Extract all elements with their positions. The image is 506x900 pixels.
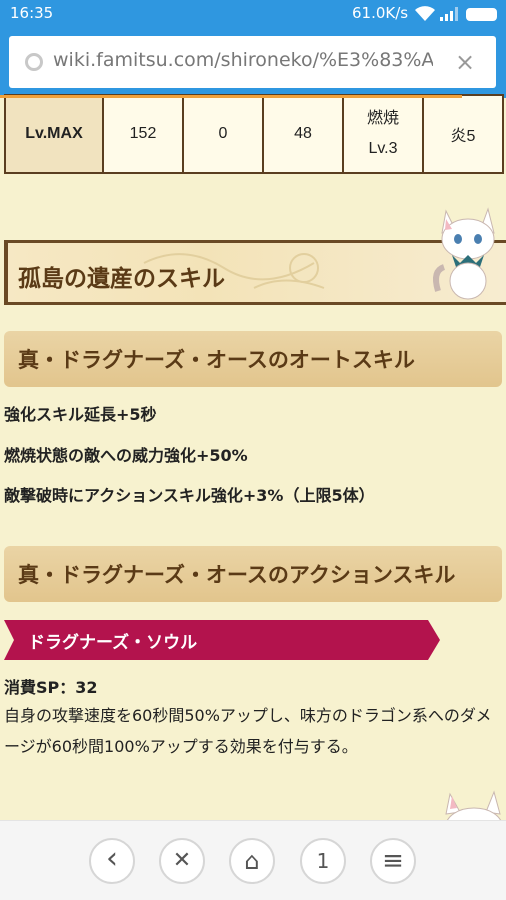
close-tab-button[interactable]: ✕ [159,838,205,884]
auto-skill-line: 強化スキル延長+5秒 [4,405,157,424]
skill-name-ribbon: ドラグナーズ・ソウル [4,620,440,660]
signal-icon [440,7,458,21]
level-cell: Lv.MAX [4,94,104,174]
url-text[interactable]: wiki.famitsu.com/shironeko/%E3%83%A2% [53,49,433,71]
skill-name: ドラグナーズ・ソウル [28,633,198,653]
burn-label: 燃焼 [366,110,399,127]
auto-skill-line: 敵撃破時にアクションスキル強化+3%（上限5体） [4,486,375,505]
site-icon [25,53,43,71]
browser-bottom-nav: ‹ ✕ ⌂ 1 ≡ [0,820,506,900]
wifi-icon [415,6,435,21]
clock: 16:35 [10,4,54,22]
section-title: 孤島の遺産のスキル [18,266,225,292]
auto-skill-line: 燃焼状態の敵への威力強化+50% [4,446,248,465]
menu-button[interactable]: ≡ [370,838,416,884]
stats-table: Lv.MAX 152 0 48 燃焼 Lv.3 炎5 [4,94,504,174]
battery-icon [466,8,497,21]
white-cat-mascot-icon [445,790,502,822]
action-skill-heading: 真・ドラグナーズ・オースのアクションスキル [4,546,502,602]
sp-cost: 消費SP：32 [4,678,98,697]
auto-skill-heading: 真・ドラグナーズ・オースのオートスキル [4,331,502,387]
element-cell: 炎5 [422,94,504,174]
back-button[interactable]: ‹ [89,838,135,884]
page-load-progress [0,95,462,98]
stat-cell: 0 [182,94,264,174]
action-skill-title: 真・ドラグナーズ・オースのアクションスキル [18,563,456,587]
home-button[interactable]: ⌂ [229,838,275,884]
clear-url-button[interactable]: × [455,48,475,76]
network-speed: 61.0K/s [352,4,409,22]
stat-cell: 152 [102,94,184,174]
skill-description: 自身の攻撃速度を60秒間50%アップし、味方のドラゴン系へのダメージが60秒間1… [4,706,492,756]
white-cat-mascot-icon [433,207,495,300]
burn-level: Lv.3 [368,140,398,157]
table-row: Lv.MAX 152 0 48 燃焼 Lv.3 炎5 [4,94,504,174]
address-bar[interactable]: wiki.famitsu.com/shironeko/%E3%83%A2% × [9,36,496,88]
status-bar: 16:35 61.0K/s [0,0,506,28]
burn-cell: 燃焼 Lv.3 [342,94,424,174]
stat-cell: 48 [262,94,344,174]
browser-toolbar: wiki.famitsu.com/shironeko/%E3%83%A2% × [0,28,506,98]
tabs-button[interactable]: 1 [300,838,346,884]
auto-skill-title: 真・ドラグナーズ・オースのオートスキル [18,348,415,372]
